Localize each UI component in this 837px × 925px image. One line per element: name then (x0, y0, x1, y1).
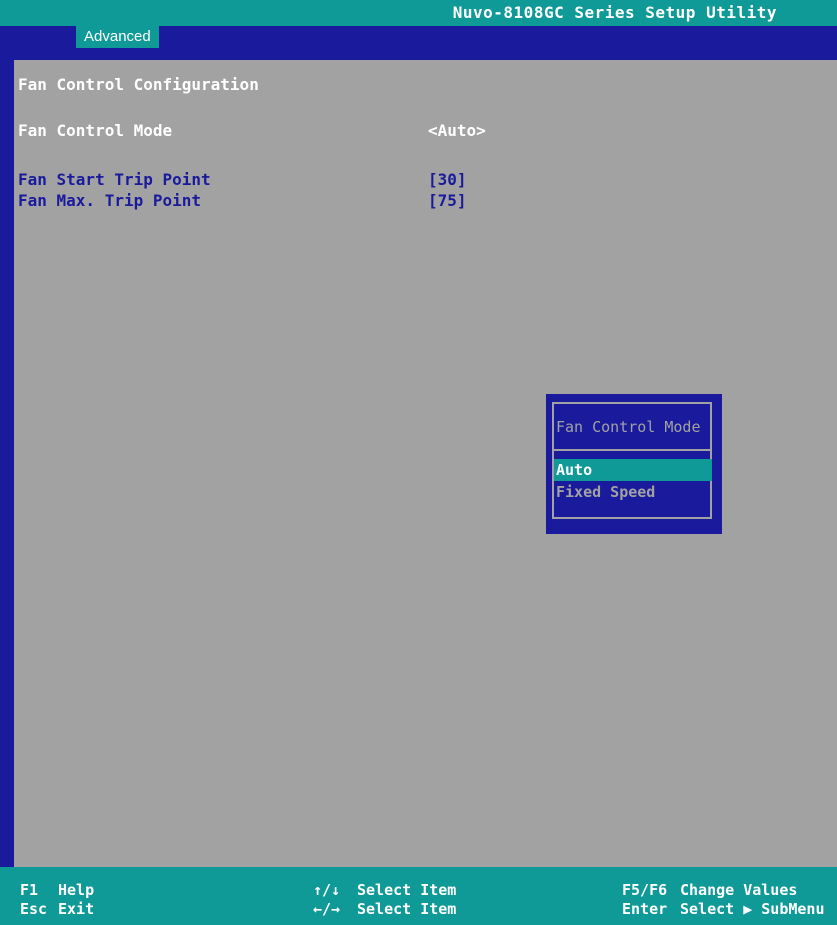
panel-border (12, 58, 837, 60)
setting-label-fan-start-trip-point[interactable]: Fan Start Trip Point (18, 170, 211, 189)
popup-frame: Fan Control Mode Auto Fixed Speed (552, 402, 712, 519)
help-key-enter: Enter (622, 900, 668, 918)
tab-advanced[interactable]: Advanced (76, 26, 159, 48)
section-title: Fan Control Configuration (18, 75, 259, 94)
help-bar: F1 Help Esc Exit ↑/↓ Select Item ←/→ Sel… (0, 867, 837, 925)
help-desc-up-down: Select Item (357, 881, 457, 899)
help-key-left-right: ←/→ (313, 900, 341, 918)
setting-value-fan-control-mode[interactable]: <Auto> (428, 121, 486, 140)
setting-label-fan-max-trip-point[interactable]: Fan Max. Trip Point (18, 191, 201, 210)
help-desc-left-right: Select Item (357, 900, 457, 918)
popup-option-auto[interactable]: Auto (554, 459, 712, 481)
help-desc-f1: Help (58, 881, 95, 899)
setting-value-fan-start-trip-point[interactable]: [30] (428, 170, 467, 189)
help-desc-esc: Exit (58, 900, 95, 918)
setting-label-fan-control-mode[interactable]: Fan Control Mode (18, 121, 172, 140)
app-title: Nuvo-8108GC Series Setup Utility (452, 3, 777, 22)
help-key-f1: F1 (20, 881, 39, 899)
help-key-f5-f6: F5/F6 (622, 881, 668, 899)
popup-divider (554, 449, 710, 451)
title-bar: Nuvo-8108GC Series Setup Utility (0, 0, 837, 26)
option-popup: Fan Control Mode Auto Fixed Speed (546, 394, 722, 534)
popup-option-fixed-speed[interactable]: Fixed Speed (554, 481, 712, 503)
popup-title: Fan Control Mode (556, 418, 701, 436)
help-key-esc: Esc (20, 900, 48, 918)
help-key-up-down: ↑/↓ (313, 881, 341, 899)
help-desc-enter: Select ▶ SubMenu (680, 900, 825, 918)
setting-value-fan-max-trip-point[interactable]: [75] (428, 191, 467, 210)
help-desc-f5-f6: Change Values (680, 881, 798, 899)
